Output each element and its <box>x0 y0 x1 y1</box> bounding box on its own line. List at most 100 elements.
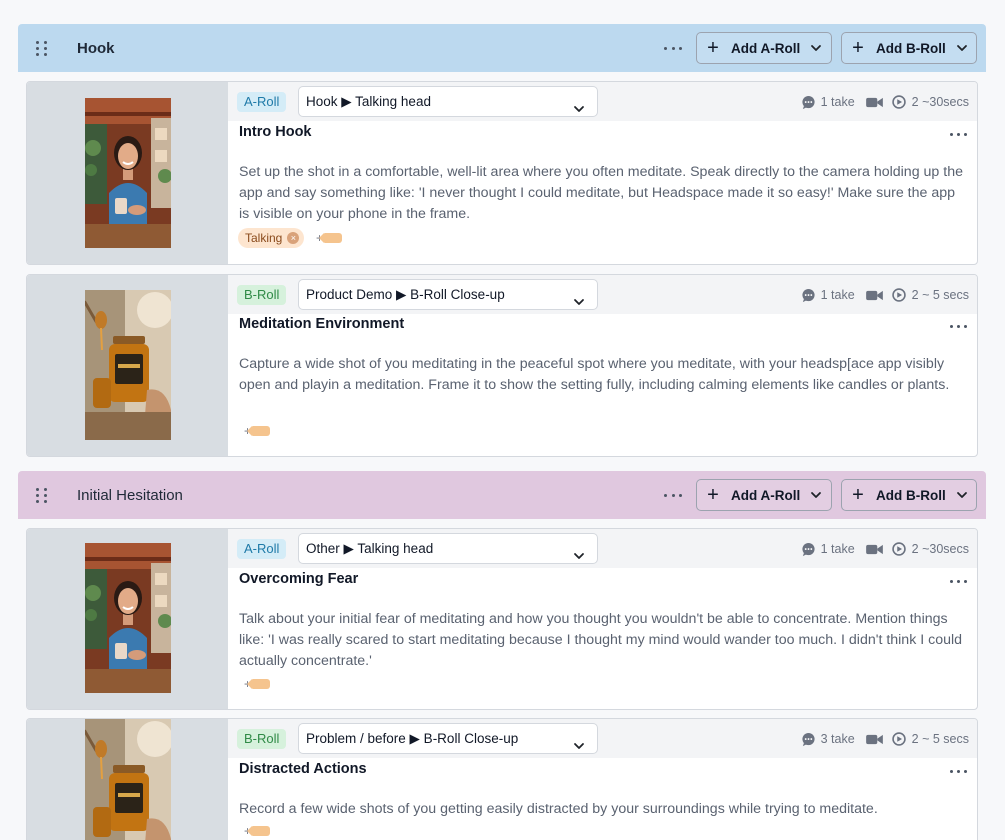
remove-tag-icon[interactable]: × <box>287 232 300 244</box>
take-count: 3 take <box>820 732 855 746</box>
video-icon[interactable] <box>866 733 883 746</box>
duration: 2 ~30secs <box>911 542 969 556</box>
scene-thumbnail[interactable] <box>27 719 228 840</box>
scene-toolbar: B-Roll Problem / before ▶ B-Roll Close-up… <box>228 719 977 758</box>
scene-type-select[interactable]: Hook ▶ Talking head <box>298 86 598 117</box>
plus-icon: + <box>707 484 719 506</box>
chevron-down-icon <box>810 489 822 501</box>
scene-description: Capture a wide shot of you meditating in… <box>239 356 950 393</box>
timer-icon <box>892 95 906 109</box>
chevron-down-icon <box>956 489 968 501</box>
add-tag-button[interactable]: + <box>244 824 271 838</box>
scene-more-icon[interactable] <box>950 580 967 584</box>
scene-toolbar: B-Roll Product Demo ▶ B-Roll Close-up 1 ta… <box>228 275 977 314</box>
add-a-roll-button-label: Add A-Roll <box>731 487 801 503</box>
video-icon[interactable] <box>866 289 883 302</box>
timer-icon <box>892 288 906 302</box>
chevron-down-icon <box>810 42 822 54</box>
chevron-down-icon <box>573 733 585 745</box>
chevron-glyph <box>573 296 585 308</box>
tag-label: Talking <box>245 231 283 245</box>
drag-handle-icon[interactable] <box>34 39 50 57</box>
scene-thumbnail[interactable] <box>27 82 228 264</box>
scene-toolbar: A-Roll Other ▶ Talking head 1 take 2 ~30sec… <box>228 529 977 568</box>
tag-icon <box>247 679 271 689</box>
plus-icon: + <box>852 484 864 506</box>
chevron-down-icon <box>573 543 585 555</box>
plus-icon: + <box>707 37 719 59</box>
scene-meta: 1 take 2 ~ 5 secs <box>801 285 969 305</box>
honey-jar-image <box>85 290 171 440</box>
comment-icon <box>801 732 816 747</box>
thumbnail-image <box>85 290 171 440</box>
scene-title: Meditation Environment <box>239 316 405 332</box>
roll-badge: B-Roll <box>237 285 287 305</box>
scene-more-icon[interactable] <box>950 770 967 774</box>
scene-type-select[interactable]: Product Demo ▶ B-Roll Close-up <box>298 279 598 310</box>
duration: 2 ~ 5 secs <box>911 288 969 302</box>
chevron-down-icon <box>573 289 585 301</box>
add-tag-button[interactable]: + <box>316 231 343 245</box>
drag-handle-icon[interactable] <box>34 486 50 504</box>
tag-icon <box>247 426 271 436</box>
scene-title: Intro Hook <box>239 124 312 140</box>
tag-chip: Talking × <box>238 228 305 248</box>
storyboard: Hook + Add A-Roll + Add B-Roll A-Roll Hook ▶ T… <box>0 0 1005 840</box>
add-b-roll-button-label: Add B-Roll <box>876 487 946 503</box>
video-icon[interactable] <box>866 96 883 109</box>
thumbnail-image <box>85 543 171 693</box>
video-glyph <box>866 733 883 746</box>
add-a-roll-button-label: Add A-Roll <box>731 40 801 56</box>
add-tag-button[interactable]: + <box>244 677 271 691</box>
add-a-roll-button[interactable]: + Add A-Roll <box>696 479 832 511</box>
roll-badge: A-Roll <box>237 92 287 112</box>
plus-icon: + <box>852 37 864 59</box>
scene-more-icon[interactable] <box>950 133 967 137</box>
thumbnail-image <box>85 98 171 248</box>
comment-icon <box>801 288 816 303</box>
scene-type-select[interactable]: Problem / before ▶ B-Roll Close-up <box>298 723 598 754</box>
section-title: Initial Hesitation <box>77 486 183 504</box>
scene-card: B-Roll Problem / before ▶ B-Roll Close-up… <box>26 718 978 840</box>
roll-badge: A-Roll <box>237 539 287 559</box>
scene-meta: 1 take 2 ~30secs <box>801 92 969 112</box>
timer-glyph <box>892 95 906 109</box>
duration: 2 ~30secs <box>911 95 969 109</box>
add-tag-button[interactable]: + <box>244 424 271 438</box>
thumbnail-image <box>85 719 171 840</box>
more-options-icon[interactable] <box>664 40 682 56</box>
scene-meta: 3 take 2 ~ 5 secs <box>801 729 969 749</box>
scene-thumbnail[interactable] <box>27 529 228 709</box>
scene-type-value: Hook ▶ Talking head <box>306 94 431 109</box>
video-icon[interactable] <box>866 543 883 556</box>
chevron-glyph <box>573 740 585 752</box>
duration: 2 ~ 5 secs <box>911 732 969 746</box>
chevron-down-icon <box>956 42 968 54</box>
scene-description: Set up the shot in a comfortable, well-l… <box>239 164 963 222</box>
scene-thumbnail[interactable] <box>27 275 228 456</box>
timer-icon <box>892 542 906 556</box>
more-options-icon[interactable] <box>664 487 682 503</box>
add-b-roll-button[interactable]: + Add B-Roll <box>841 32 977 64</box>
take-count: 1 take <box>820 542 855 556</box>
comment-icon <box>801 542 816 557</box>
scene-more-icon[interactable] <box>950 325 967 329</box>
scene-description: Talk about your initial fear of meditati… <box>239 611 963 669</box>
section-header: Initial Hesitation + Add A-Roll + Add B-Roll <box>18 471 986 519</box>
add-b-roll-button[interactable]: + Add B-Roll <box>841 479 977 511</box>
video-glyph <box>866 543 883 556</box>
video-glyph <box>866 96 883 109</box>
section-title: Hook <box>77 39 115 57</box>
scene-toolbar: A-Roll Hook ▶ Talking head 1 take 2 ~30secs <box>228 82 977 121</box>
scene-card: A-Roll Other ▶ Talking head 1 take 2 ~30sec… <box>26 528 978 710</box>
section-header: Hook + Add A-Roll + Add B-Roll <box>18 24 986 72</box>
video-glyph <box>866 289 883 302</box>
scene-type-value: Product Demo ▶ B-Roll Close-up <box>306 287 505 302</box>
timer-glyph <box>892 732 906 746</box>
roll-badge: B-Roll <box>237 729 287 749</box>
scene-meta: 1 take 2 ~30secs <box>801 539 969 559</box>
scene-type-select[interactable]: Other ▶ Talking head <box>298 533 598 564</box>
add-b-roll-button-label: Add B-Roll <box>876 40 946 56</box>
add-a-roll-button[interactable]: + Add A-Roll <box>696 32 832 64</box>
tag-icon <box>247 826 271 836</box>
